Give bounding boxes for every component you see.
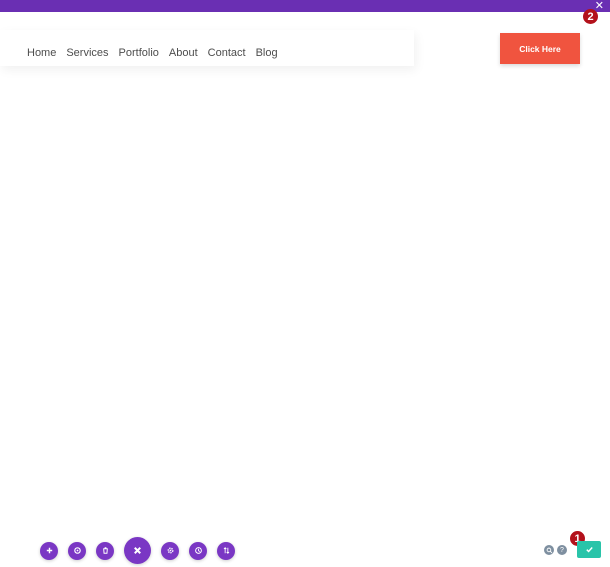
click-here-button[interactable]: Click Here — [500, 33, 580, 64]
check-icon — [585, 547, 593, 553]
plus-icon — [46, 547, 52, 554]
delete-button[interactable] — [96, 541, 114, 560]
add-button[interactable] — [40, 541, 58, 560]
power-icon — [73, 547, 81, 554]
nav-item-contact[interactable]: Contact — [208, 47, 246, 59]
close-icon[interactable]: ✕ — [595, 0, 604, 12]
close-icon — [134, 547, 141, 554]
main-nav: Home Services Portfolio About Contact Bl… — [27, 47, 278, 59]
close-toolbar-button[interactable] — [124, 537, 151, 564]
bottom-right-icons: ? — [544, 545, 567, 555]
gear-icon — [167, 547, 173, 554]
builder-top-bar: ✕ — [0, 0, 610, 12]
builder-bottom-toolbar — [40, 537, 245, 564]
wireframe-button[interactable] — [68, 541, 86, 560]
step-badge-2: 2 — [583, 9, 598, 24]
history-icon — [194, 547, 202, 554]
nav-item-blog[interactable]: Blog — [256, 47, 278, 59]
trash-icon — [102, 547, 108, 554]
nav-item-portfolio[interactable]: Portfolio — [119, 47, 159, 59]
search-icon[interactable] — [544, 545, 554, 555]
portability-button[interactable] — [217, 541, 235, 560]
nav-item-services[interactable]: Services — [66, 47, 108, 59]
save-button[interactable] — [577, 541, 601, 558]
sort-icon — [223, 547, 229, 554]
history-button[interactable] — [189, 541, 207, 560]
nav-item-home[interactable]: Home — [27, 47, 56, 59]
nav-item-about[interactable]: About — [169, 47, 198, 59]
settings-button[interactable] — [161, 541, 179, 560]
help-icon[interactable]: ? — [557, 545, 567, 555]
